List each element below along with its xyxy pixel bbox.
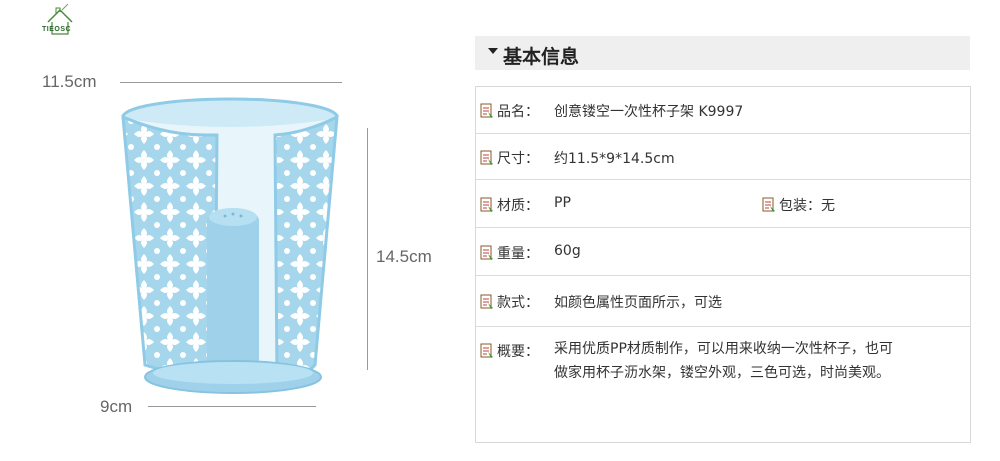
summary-line-1: 采用优质PP材质制作，可以用来收纳一次性杯子，也可 bbox=[554, 341, 893, 357]
label-product-name: 品名： bbox=[497, 104, 539, 120]
document-icon bbox=[480, 294, 493, 309]
label-style: 款式： bbox=[497, 295, 539, 311]
document-icon bbox=[480, 197, 493, 212]
value-size: 约11.5*9*14.5cm bbox=[554, 151, 675, 167]
info-row-style: 款式： 如颜色属性页面所示，可选 bbox=[476, 276, 970, 327]
label-summary: 概要： bbox=[497, 344, 539, 360]
cup-holder-image bbox=[105, 95, 355, 400]
info-row-summary: 概要： 采用优质PP材质制作，可以用来收纳一次性杯子，也可 做家用杯子沥水架，镂… bbox=[476, 327, 970, 441]
basic-info-title: 基本信息 bbox=[503, 46, 580, 68]
info-row-weight: 重量： 60g bbox=[476, 228, 970, 276]
label-weight: 重量： bbox=[497, 246, 539, 262]
value-packaging: 无 bbox=[821, 198, 835, 214]
height-line bbox=[367, 128, 368, 370]
top-width-line bbox=[120, 82, 342, 83]
document-icon bbox=[480, 150, 493, 165]
value-summary: 采用优质PP材质制作，可以用来收纳一次性杯子，也可 做家用杯子沥水架，镂空外观，… bbox=[554, 337, 893, 385]
top-width-label: 11.5cm bbox=[42, 72, 97, 91]
brand-logo bbox=[38, 3, 108, 40]
info-row-name: 品名： 创意镂空一次性杯子架 K9997 bbox=[476, 87, 970, 134]
document-icon bbox=[480, 245, 493, 260]
value-product-name: 创意镂空一次性杯子架 K9997 bbox=[554, 104, 744, 120]
label-size: 尺寸： bbox=[497, 151, 539, 167]
house-logo-icon bbox=[47, 3, 73, 35]
document-icon bbox=[762, 197, 775, 212]
info-table: 品名： 创意镂空一次性杯子架 K9997 尺寸： 约11.5*9*14.5cm bbox=[475, 86, 971, 443]
basic-info-header: 基本信息 bbox=[475, 36, 970, 70]
document-icon bbox=[480, 103, 493, 118]
bottom-width-line bbox=[148, 406, 316, 407]
value-weight: 60g bbox=[554, 243, 581, 259]
summary-line-2: 做家用杯子沥水架，镂空外观，三色可选，时尚美观。 bbox=[554, 365, 890, 381]
document-icon bbox=[480, 343, 493, 358]
info-row-material: 材质： PP 包装： 无 bbox=[476, 180, 970, 228]
info-row-size: 尺寸： 约11.5*9*14.5cm bbox=[476, 134, 970, 180]
label-material: 材质： bbox=[497, 198, 539, 214]
value-material: PP bbox=[554, 195, 571, 211]
value-style: 如颜色属性页面所示，可选 bbox=[554, 295, 722, 311]
caret-down-icon bbox=[488, 48, 498, 54]
label-packaging: 包装： bbox=[779, 198, 821, 214]
height-label: 14.5cm bbox=[376, 247, 432, 266]
logo-text: TIEOSC bbox=[42, 26, 72, 33]
